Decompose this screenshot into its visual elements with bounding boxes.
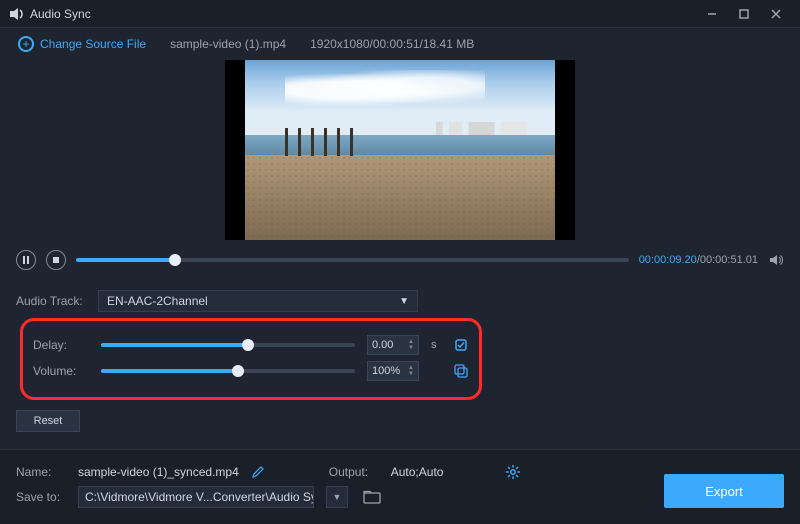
volume-value: 100% [372, 365, 400, 377]
stop-icon [53, 257, 59, 263]
volume-row: Volume: 100% ▲▼ [33, 361, 469, 381]
player-controls: 00:00:09.20/00:00:51.01 [0, 244, 800, 280]
output-value: Auto;Auto [391, 465, 444, 479]
output-label: Output: [329, 465, 379, 479]
open-folder-button[interactable] [360, 486, 384, 508]
close-button[interactable] [760, 4, 792, 24]
chevron-down-icon: ▼ [399, 296, 409, 307]
volume-slider[interactable] [101, 369, 355, 373]
time-display: 00:00:09.20/00:00:51.01 [639, 254, 758, 266]
maximize-icon [739, 9, 749, 19]
minimize-icon [707, 9, 717, 19]
delay-unit: s [431, 339, 441, 351]
export-button[interactable]: Export [664, 474, 784, 508]
window-title: Audio Sync [30, 7, 696, 21]
plus-circle-icon: + [18, 36, 34, 52]
progress-track[interactable] [76, 258, 629, 262]
volume-sync-icon[interactable] [453, 363, 469, 379]
maximize-button[interactable] [728, 4, 760, 24]
stop-button[interactable] [46, 250, 66, 270]
preview-area [0, 60, 800, 244]
delay-value: 0.00 [372, 339, 393, 351]
source-bar: + Change Source File sample-video (1).mp… [0, 28, 800, 60]
source-fileinfo: 1920x1080/00:00:51/18.41 MB [310, 37, 474, 51]
pencil-icon [251, 465, 265, 479]
save-path-dropdown[interactable]: ▼ [326, 486, 348, 508]
title-bar: Audio Sync [0, 0, 800, 28]
save-path-field[interactable]: C:\Vidmore\Vidmore V...Converter\Audio S… [78, 486, 314, 508]
change-source-label: Change Source File [40, 37, 146, 51]
stepper-arrows-icon: ▲▼ [408, 339, 414, 351]
delay-stepper[interactable]: 0.00 ▲▼ [367, 335, 419, 355]
name-label: Name: [16, 465, 66, 479]
gear-icon [505, 464, 521, 480]
footer: Name: sample-video (1)_synced.mp4 Output… [0, 449, 800, 524]
volume-stepper[interactable]: 100% ▲▼ [367, 361, 419, 381]
delay-sync-icon[interactable] [453, 337, 469, 353]
pause-icon [23, 256, 29, 264]
stepper-arrows-icon: ▲▼ [408, 365, 414, 377]
save-to-label: Save to: [16, 490, 66, 504]
change-source-button[interactable]: + Change Source File [18, 36, 146, 52]
reset-button[interactable]: Reset [16, 410, 80, 432]
folder-icon [363, 490, 381, 504]
audio-track-section: Audio Track: EN-AAC-2Channel ▼ Delay: 0.… [0, 280, 800, 404]
audio-track-select[interactable]: EN-AAC-2Channel ▼ [98, 290, 418, 312]
app-icon [8, 6, 24, 22]
export-label: Export [705, 484, 743, 499]
volume-label: Volume: [33, 364, 89, 378]
minimize-button[interactable] [696, 4, 728, 24]
delay-row: Delay: 0.00 ▲▼ s [33, 335, 469, 355]
reset-label: Reset [34, 415, 63, 427]
delay-slider[interactable] [101, 343, 355, 347]
sync-controls-highlight: Delay: 0.00 ▲▼ s Volume: 100% ▲▼ [20, 318, 482, 400]
source-filename: sample-video (1).mp4 [170, 37, 286, 51]
name-value: sample-video (1)_synced.mp4 [78, 465, 239, 479]
audio-track-value: EN-AAC-2Channel [107, 294, 208, 308]
chevron-down-icon: ▼ [333, 492, 342, 502]
delay-label: Delay: [33, 338, 89, 352]
save-path-value: C:\Vidmore\Vidmore V...Converter\Audio S… [85, 490, 314, 504]
video-preview[interactable] [225, 60, 575, 240]
edit-name-button[interactable] [251, 465, 265, 479]
pause-button[interactable] [16, 250, 36, 270]
time-current: 00:00:09.20 [639, 254, 697, 266]
output-settings-button[interactable] [505, 464, 521, 480]
time-total: 00:00:51.01 [700, 254, 758, 266]
close-icon [771, 9, 781, 19]
audio-track-label: Audio Track: [16, 294, 86, 308]
volume-icon[interactable] [768, 252, 784, 268]
